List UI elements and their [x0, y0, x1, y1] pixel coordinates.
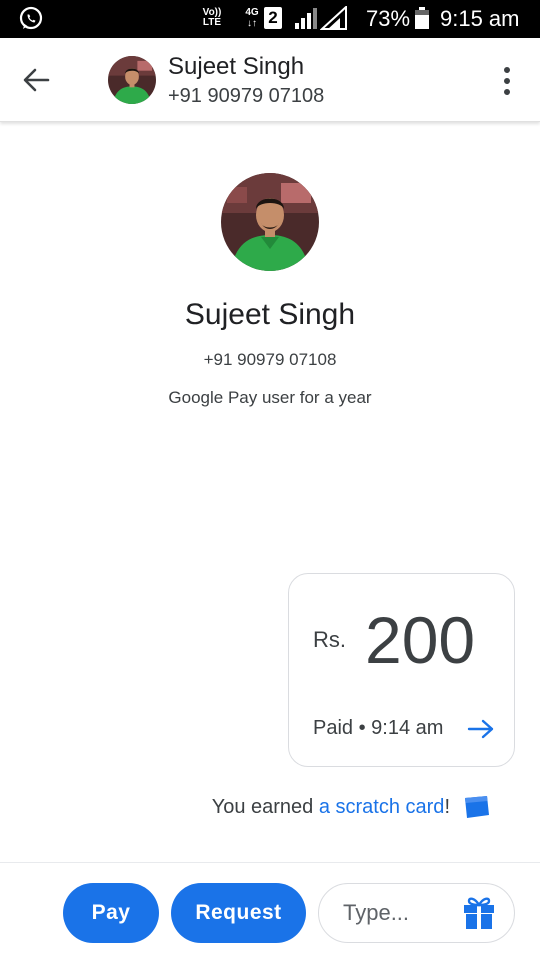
- bottom-action-bar: Pay Request Type...: [0, 862, 540, 960]
- scratch-card-icon[interactable]: [463, 795, 491, 819]
- more-vertical-icon[interactable]: [496, 64, 518, 98]
- app-bar: Sujeet Singh +91 90979 07108: [0, 38, 540, 122]
- battery-percent: 73%: [366, 6, 411, 31]
- back-arrow-icon[interactable]: [18, 62, 54, 98]
- arrow-right-icon[interactable]: [467, 718, 495, 740]
- clock: 9:15 am: [440, 6, 520, 31]
- reward-message: You earned a scratch card!: [0, 796, 450, 819]
- gift-icon[interactable]: [461, 894, 497, 930]
- avatar-photo: [108, 56, 156, 104]
- payment-currency: Rs.: [313, 627, 346, 652]
- payment-amount: 200: [365, 603, 476, 677]
- request-button[interactable]: Request: [171, 883, 306, 943]
- message-placeholder: Type...: [343, 900, 410, 925]
- header-avatar[interactable]: [108, 56, 156, 104]
- signal-strength-2-icon: [320, 6, 347, 30]
- reward-prefix: You earned: [211, 796, 319, 818]
- network-type: 4G ↓↑: [245, 7, 259, 29]
- sim-slot-badge: 2: [264, 7, 282, 29]
- whatsapp-icon: [19, 6, 43, 30]
- profile-phone: +91 90979 07108: [203, 350, 337, 369]
- battery-icon: [415, 7, 429, 29]
- pay-button[interactable]: Pay: [63, 883, 159, 943]
- status-bar: Vo)) LTE 4G ↓↑ 2 73% 9:15 am: [0, 0, 540, 38]
- profile-avatar[interactable]: [221, 173, 319, 271]
- header-contact-name: Sujeet Singh: [168, 53, 305, 80]
- payment-card[interactable]: Rs. 200 Paid • 9:14 am: [288, 573, 515, 767]
- profile-name: Sujeet Singh: [184, 298, 356, 331]
- avatar-photo: [221, 173, 319, 271]
- volte-indicator: Vo)) LTE: [202, 7, 222, 28]
- scratch-card-link[interactable]: a scratch card: [319, 796, 445, 818]
- profile-member-since: Google Pay user for a year: [168, 388, 372, 407]
- payment-status: Paid • 9:14 am: [313, 717, 444, 739]
- reward-suffix: !: [444, 796, 450, 818]
- header-contact-phone: +91 90979 07108: [168, 85, 325, 107]
- signal-strength-icon: [295, 8, 317, 29]
